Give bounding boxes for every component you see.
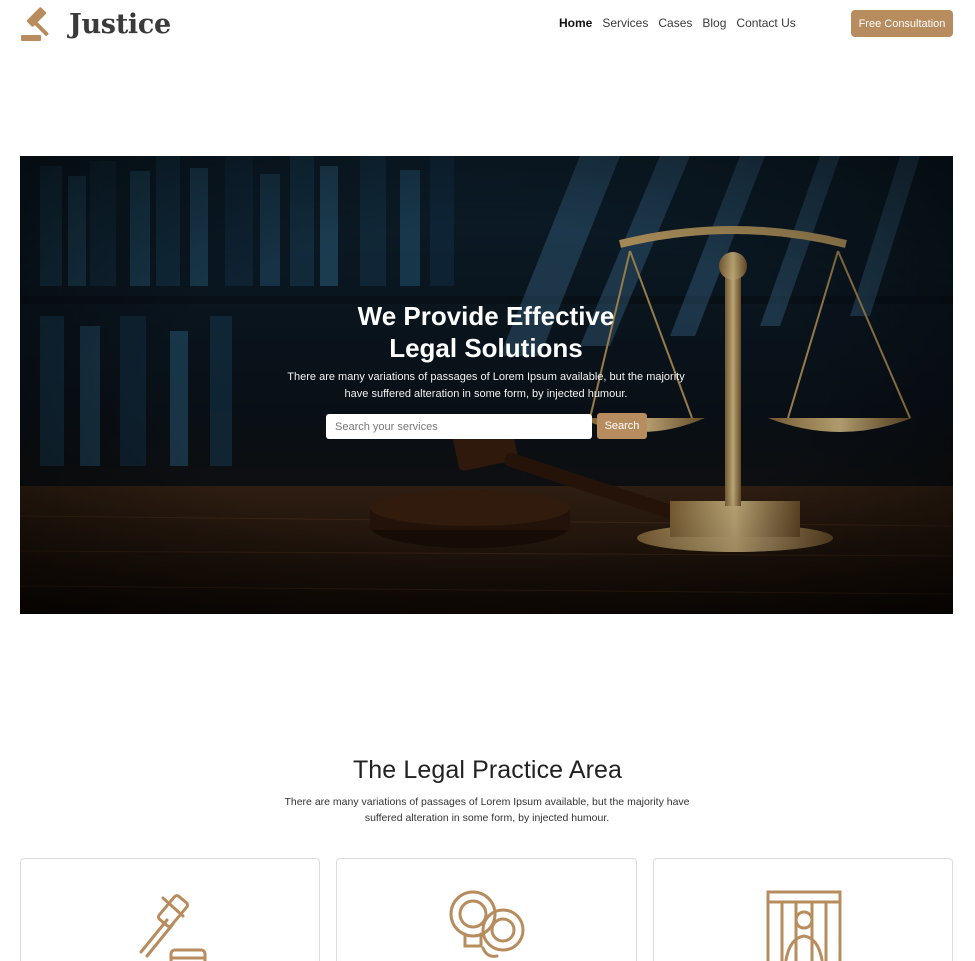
site-header: Justice Home Services Cases Blog Contact… (0, 0, 975, 50)
practice-section-subtitle: There are many variations of passages of… (272, 794, 702, 826)
free-consultation-button[interactable]: Free Consultation (851, 10, 953, 37)
nav-item-services[interactable]: Services (602, 16, 648, 30)
gavel-icon (139, 894, 207, 961)
gavel-icon (21, 7, 49, 41)
hero-title-line-1: We Provide Effective (357, 301, 615, 331)
hero-subtitle-line-1: There are many variations of passages of… (287, 371, 685, 383)
practice-card-prison[interactable] (653, 858, 953, 961)
hero-title: We Provide Effective Legal Solutions (266, 300, 706, 364)
handcuffs-icon (449, 890, 525, 958)
practice-card-handcuffs[interactable] (336, 858, 637, 961)
search-button[interactable]: Search (597, 413, 647, 439)
nav-item-home[interactable]: Home (559, 16, 592, 30)
nav-item-cases[interactable]: Cases (658, 16, 692, 30)
hero-content: We Provide Effective Legal Solutions The… (20, 156, 953, 614)
practice-subtitle-line-2: suffered alteration in some form, by inj… (364, 812, 610, 824)
brand-name: Justice (69, 8, 171, 40)
hero-banner: We Provide Effective Legal Solutions The… (20, 156, 953, 614)
practice-section-title: The Legal Practice Area (352, 756, 623, 784)
hero-title-line-2: Legal Solutions (389, 333, 583, 363)
practice-subtitle-line-1: There are many variations of passages of… (284, 796, 690, 808)
nav-item-blog[interactable]: Blog (702, 16, 726, 30)
prison-icon (766, 890, 842, 961)
search-services-input[interactable] (326, 414, 592, 439)
nav-item-contact-us[interactable]: Contact Us (736, 16, 795, 30)
brand-logo[interactable]: Justice (19, 4, 171, 44)
practice-card-gavel[interactable] (20, 858, 320, 961)
main-nav: Home Services Cases Blog Contact Us (559, 16, 796, 30)
hero-subtitle: There are many variations of passages of… (276, 369, 696, 403)
hero-subtitle-line-2: have suffered alteration in some form, b… (344, 388, 628, 400)
